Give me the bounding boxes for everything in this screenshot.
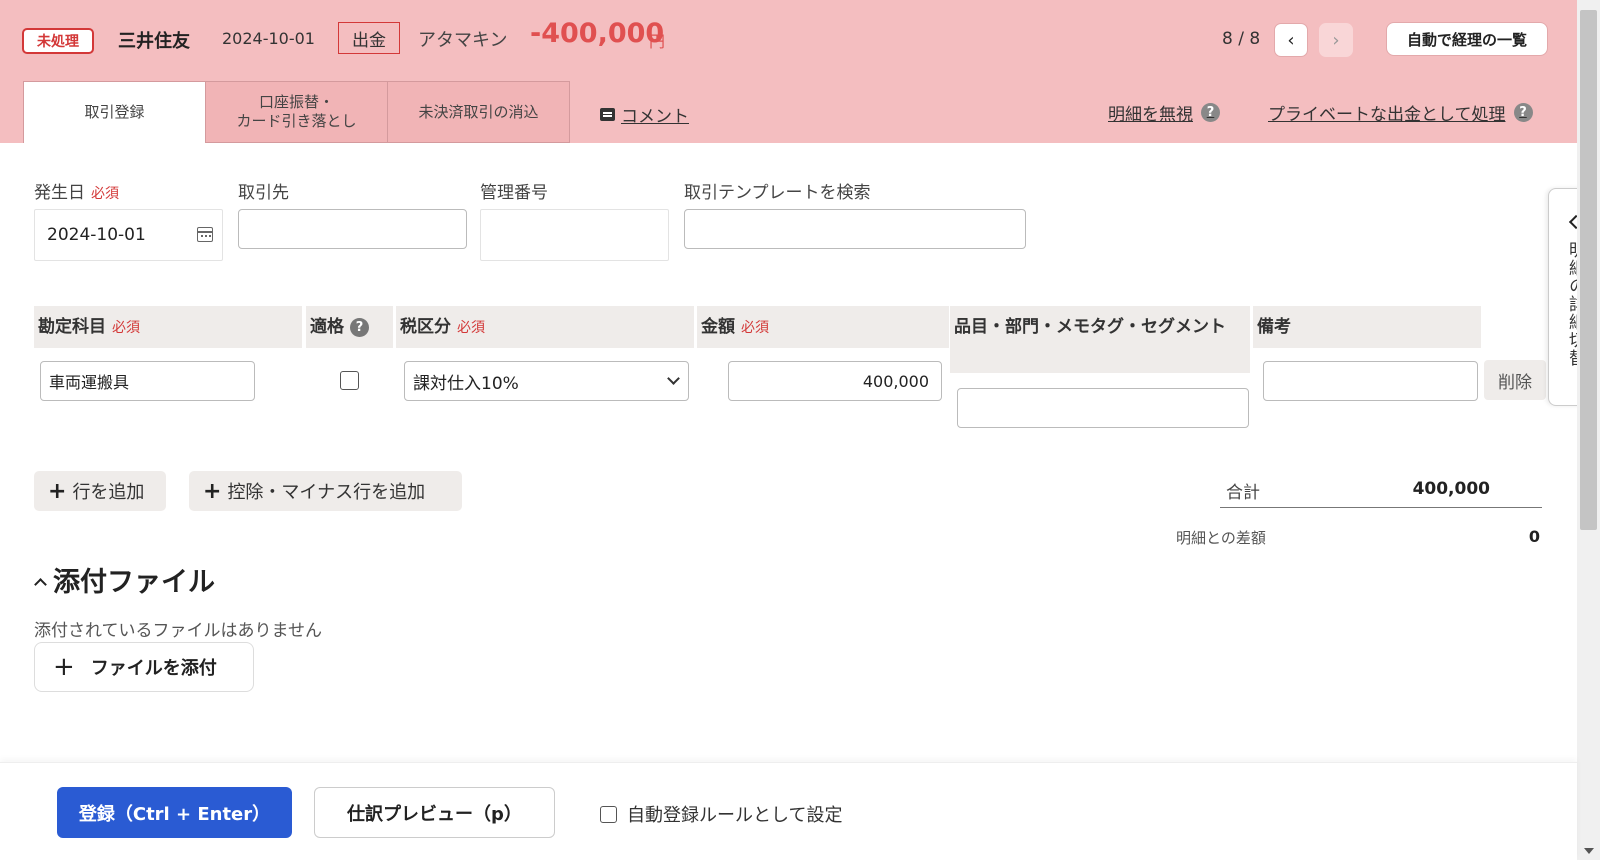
date-input[interactable]: 2024-10-01 <box>34 209 223 261</box>
ignore-detail-label: 明細を無視 <box>1108 105 1193 125</box>
template-search-input[interactable] <box>684 209 1026 249</box>
plus-icon: + <box>203 478 222 504</box>
note-input[interactable] <box>1263 361 1478 401</box>
pager-count: 8 / 8 <box>1222 29 1261 49</box>
add-row-label: 行を追加 <box>72 482 145 503</box>
qualified-header-text: 適格 <box>310 317 344 337</box>
comment-link[interactable]: コメント <box>600 102 689 127</box>
private-withdrawal-label: プライベートな出金として処理 <box>1268 105 1506 125</box>
scroll-down-arrow-icon[interactable] <box>1584 848 1594 854</box>
help-icon[interactable]: ? <box>1201 103 1220 122</box>
difference-value: 0 <box>1528 527 1540 546</box>
date-label: 発生日 必須 <box>34 178 119 203</box>
partner-input[interactable] <box>238 209 467 249</box>
transaction-amount: -400,000 <box>530 18 665 49</box>
transaction-date: 2024-10-01 <box>222 29 315 48</box>
calendar-icon[interactable] <box>197 227 213 242</box>
account-header-text: 勘定科目 <box>38 317 106 337</box>
difference-label: 明細との差額 <box>1176 529 1266 547</box>
payee-name: アタマキン <box>418 30 508 51</box>
status-badge: 未処理 <box>22 28 94 54</box>
template-search-label: 取引テンプレートを検索 <box>684 183 871 203</box>
comment-link-label: コメント <box>621 107 689 127</box>
journal-preview-button[interactable]: 仕訳プレビュー（p） <box>314 787 555 838</box>
auto-list-button[interactable]: 自動で経理の一覧 <box>1386 22 1548 56</box>
attachments-empty-text: 添付されているファイルはありません <box>34 621 322 641</box>
total-divider <box>1220 507 1542 508</box>
next-button[interactable]: › <box>1319 23 1353 57</box>
required-mark: 必須 <box>112 320 140 336</box>
tab-register[interactable]: 取引登録 <box>23 81 206 143</box>
add-minus-row-button[interactable]: + 控除・マイナス行を追加 <box>189 471 462 511</box>
delete-row-button[interactable]: 削除 <box>1484 360 1546 400</box>
tax-header: 税区分 必須 <box>396 306 694 348</box>
amount-header-text: 金額 <box>701 317 735 337</box>
account-header: 勘定科目 必須 <box>34 306 302 348</box>
attachments-title: 添付ファイル <box>53 567 215 598</box>
add-minus-row-label: 控除・マイナス行を追加 <box>227 482 426 503</box>
required-mark: 必須 <box>741 320 769 336</box>
prev-button[interactable]: ‹ <box>1274 23 1308 57</box>
checkbox-box[interactable] <box>600 805 617 823</box>
currency-unit: 円 <box>649 32 666 51</box>
tax-category-value: 課対仕入10% <box>413 373 519 394</box>
direction-tag: 出金 <box>338 22 400 54</box>
amount-header: 金額 必須 <box>697 306 949 348</box>
control-number-input[interactable] <box>480 209 669 261</box>
total-label: 合計 <box>1226 483 1260 503</box>
date-label-text: 発生日 <box>34 183 85 203</box>
amount-input[interactable]: 400,000 <box>728 361 942 401</box>
chevron-left-icon: ‹ <box>1287 29 1295 51</box>
note-header: 備考 <box>1253 306 1481 348</box>
add-row-button[interactable]: + 行を追加 <box>34 471 166 511</box>
scrollbar[interactable] <box>1577 0 1600 860</box>
chevron-right-icon: › <box>1332 29 1340 51</box>
action-footer: 登録（Ctrl + Enter） 仕訳プレビュー（p） 自動登録ルールとして設定 <box>0 762 1577 860</box>
transaction-header: 未処理 三井住友 2024-10-01 出金 アタマキン -400,000 円 … <box>0 0 1577 143</box>
tab-account-transfer[interactable]: 口座振替・ カード引き落とし <box>205 81 388 143</box>
account-input[interactable]: 車両運搬具 <box>40 361 255 401</box>
chevron-up-icon <box>34 578 47 591</box>
tax-category-select[interactable]: 課対仕入10% <box>404 361 689 401</box>
help-icon[interactable]: ? <box>350 318 369 338</box>
tab-unsettled-clear[interactable]: 未決済取引の消込 <box>387 81 570 143</box>
tags-header: 品目・部門・メモタグ・セグメント <box>950 306 1250 373</box>
scrollbar-thumb[interactable] <box>1580 10 1597 530</box>
tax-header-text: 税区分 <box>400 317 451 337</box>
plus-icon: + <box>53 652 75 682</box>
register-button[interactable]: 登録（Ctrl + Enter） <box>57 787 292 838</box>
date-input-value: 2024-10-01 <box>47 225 146 245</box>
attachments-toggle[interactable]: 添付ファイル <box>34 560 215 599</box>
help-icon[interactable]: ? <box>1513 103 1533 122</box>
comment-icon <box>600 108 615 121</box>
total-value: 400,000 <box>1412 479 1490 499</box>
required-mark: 必須 <box>91 186 119 202</box>
ignore-detail-link[interactable]: 明細を無視 ? <box>1108 100 1220 125</box>
qualified-checkbox[interactable] <box>340 371 359 390</box>
control-number-label: 管理番号 <box>480 183 548 203</box>
auto-rule-label: 自動登録ルールとして設定 <box>627 805 843 826</box>
plus-icon: + <box>48 478 67 504</box>
bank-name: 三井住友 <box>118 31 190 52</box>
attach-file-button[interactable]: + ファイルを添付 <box>34 642 254 692</box>
partner-label: 取引先 <box>238 183 289 203</box>
chevron-down-icon <box>667 372 680 385</box>
qualified-header: 適格? <box>306 306 393 348</box>
auto-rule-checkbox[interactable]: 自動登録ルールとして設定 <box>600 801 842 827</box>
tags-input[interactable] <box>957 388 1249 428</box>
attach-file-label: ファイルを添付 <box>90 658 217 679</box>
required-mark: 必須 <box>457 320 485 336</box>
private-withdrawal-link[interactable]: プライベートな出金として処理 ? <box>1268 100 1533 125</box>
